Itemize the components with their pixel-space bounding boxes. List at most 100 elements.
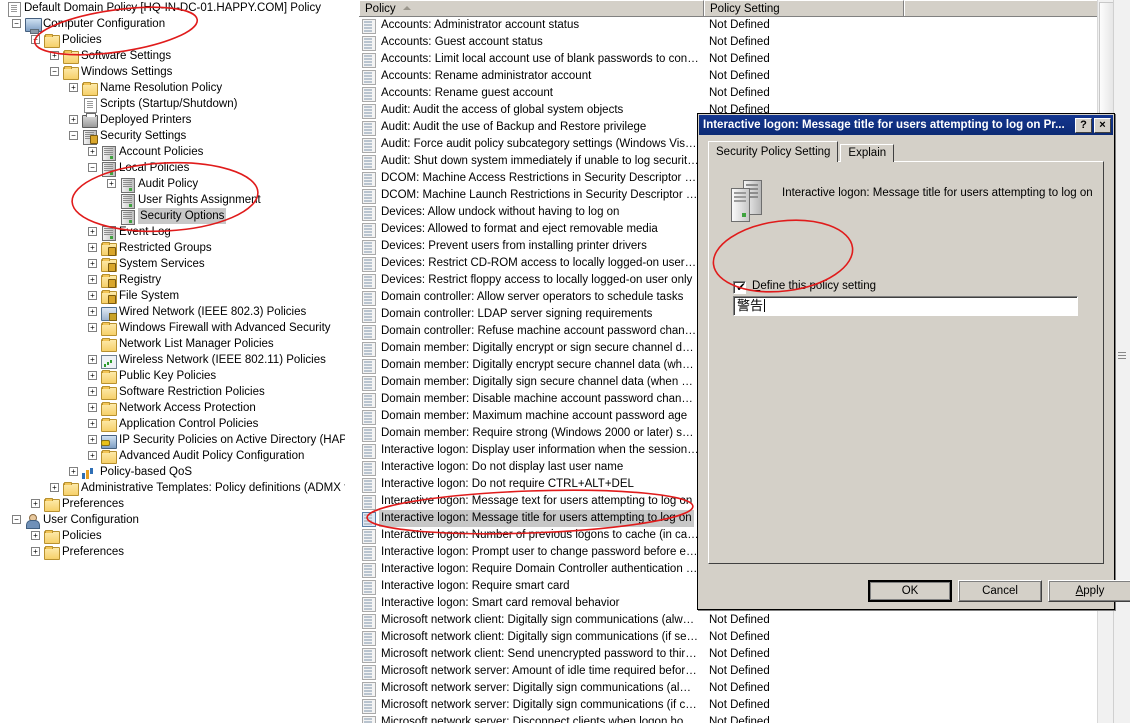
- expand-toggle-icon[interactable]: +: [69, 115, 78, 124]
- table-row[interactable]: Microsoft network server: Digitally sign…: [359, 680, 1114, 697]
- expand-toggle-icon[interactable]: +: [69, 83, 78, 92]
- tree-item-security-settings[interactable]: − Security Settings: [0, 128, 345, 145]
- policy-name-cell: Audit: Shut down system immediately if u…: [381, 155, 701, 167]
- tree-item-ip-security-policies-on-active-directory-happy[interactable]: + IP Security Policies on Active Director…: [0, 432, 345, 449]
- tab-explain[interactable]: Explain: [840, 144, 895, 162]
- tree-item-user-configuration[interactable]: − User Configuration: [0, 512, 345, 529]
- collapse-toggle-icon[interactable]: −: [12, 19, 21, 28]
- tree-item-computer-configuration[interactable]: − Computer Configuration: [0, 16, 345, 34]
- tree-item-software-restriction-policies[interactable]: + Software Restriction Policies: [0, 384, 345, 400]
- expand-toggle-icon[interactable]: +: [88, 275, 97, 284]
- tree-item-policy-based-qos[interactable]: + Policy-based QoS: [0, 464, 345, 480]
- tree-item-preferences[interactable]: + Preferences: [0, 544, 345, 560]
- expand-toggle-icon[interactable]: +: [88, 355, 97, 364]
- cancel-button[interactable]: Cancel: [958, 580, 1042, 602]
- ok-button[interactable]: OK: [868, 580, 952, 602]
- expand-toggle-icon[interactable]: +: [50, 51, 59, 60]
- tree-item-event-log[interactable]: + Event Log: [0, 224, 345, 241]
- collapse-toggle-icon[interactable]: −: [31, 35, 40, 44]
- expand-toggle-icon[interactable]: +: [88, 403, 97, 412]
- tree-item-user-rights-assignment[interactable]: User Rights Assignment: [0, 192, 345, 209]
- expand-toggle-icon[interactable]: +: [88, 227, 97, 236]
- expand-toggle-icon[interactable]: +: [50, 483, 59, 492]
- tree-item-application-control-policies[interactable]: + Application Control Policies: [0, 416, 345, 432]
- tree-list-splitter[interactable]: [345, 0, 360, 723]
- table-row[interactable]: Accounts: Rename administrator account No…: [359, 68, 1114, 85]
- tree-item-local-policies[interactable]: − Local Policies: [0, 160, 345, 177]
- table-row[interactable]: Accounts: Administrator account status No…: [359, 17, 1114, 34]
- policy-value-input[interactable]: 警告: [733, 296, 1078, 316]
- tree-item-audit-policy[interactable]: + Audit Policy: [0, 176, 345, 193]
- table-row[interactable]: Microsoft network client: Send unencrypt…: [359, 646, 1114, 663]
- dialog-title-bar[interactable]: Interactive logon: Message title for use…: [699, 115, 1113, 135]
- expand-toggle-icon[interactable]: +: [88, 147, 97, 156]
- table-row[interactable]: Accounts: Limit local account use of bla…: [359, 51, 1114, 68]
- tree-item-name-resolution-policy[interactable]: + Name Resolution Policy: [0, 80, 345, 96]
- collapse-toggle-icon[interactable]: −: [88, 163, 97, 172]
- expand-toggle-icon[interactable]: +: [88, 307, 97, 316]
- tree-item-account-policies[interactable]: + Account Policies: [0, 144, 345, 161]
- define-this-policy-setting-checkbox[interactable]: ✔: [733, 281, 746, 294]
- expand-toggle-icon[interactable]: +: [31, 531, 40, 540]
- tab-security-policy-setting[interactable]: Security Policy Setting: [708, 141, 839, 162]
- table-row[interactable]: Microsoft network server: Amount of idle…: [359, 663, 1114, 680]
- table-row[interactable]: Accounts: Rename guest account Not Define…: [359, 85, 1114, 102]
- expand-toggle-icon[interactable]: +: [107, 179, 116, 188]
- expand-toggle-icon[interactable]: +: [88, 387, 97, 396]
- tree-item-network-list-manager-policies[interactable]: Network List Manager Policies: [0, 336, 345, 352]
- tree-item-restricted-groups[interactable]: + Restricted Groups: [0, 240, 345, 256]
- tree-item-wireless-network-ieee-802-11-policies[interactable]: + Wireless Network (IEEE 802.11) Policies: [0, 352, 345, 369]
- tree-item-file-system[interactable]: + File System: [0, 288, 345, 304]
- tree-item-system-services[interactable]: + System Services: [0, 256, 345, 272]
- close-icon[interactable]: ×: [1094, 117, 1111, 133]
- column-header-policy[interactable]: Policy: [359, 0, 704, 16]
- expand-toggle-icon[interactable]: +: [31, 547, 40, 556]
- apply-button[interactable]: Apply: [1048, 580, 1130, 602]
- expand-toggle-icon[interactable]: +: [88, 323, 97, 332]
- list-column-header[interactable]: Policy Policy Setting: [359, 0, 1114, 17]
- expand-toggle-icon[interactable]: +: [88, 243, 97, 252]
- tree-item-default-domain-policy-hq-in-dc-01-happy-com-po[interactable]: Default Domain Policy [HQ-IN-DC-01.HAPPY…: [0, 0, 345, 17]
- expand-toggle-icon[interactable]: +: [88, 259, 97, 268]
- dialog-body: Interactive logon: Message title for use…: [699, 135, 1130, 608]
- table-row[interactable]: Accounts: Guest account status Not Define…: [359, 34, 1114, 51]
- sort-ascending-icon: [403, 6, 411, 10]
- expand-toggle-icon[interactable]: +: [88, 291, 97, 300]
- policy-name-cell: Domain controller: Refuse machine accoun…: [381, 325, 701, 337]
- tree-item-policies[interactable]: − Policies: [0, 32, 345, 48]
- expand-toggle-icon[interactable]: +: [31, 499, 40, 508]
- tree-item-software-settings[interactable]: + Software Settings: [0, 48, 345, 64]
- tree-item-scripts-startup-shutdown[interactable]: Scripts (Startup/Shutdown): [0, 96, 345, 113]
- tree-item-wired-network-ieee-802-3-policies[interactable]: + Wired Network (IEEE 802.3) Policies: [0, 304, 345, 321]
- expand-toggle-icon[interactable]: +: [69, 467, 78, 476]
- expand-toggle-icon[interactable]: +: [88, 419, 97, 428]
- group-policy-tree[interactable]: Default Domain Policy [HQ-IN-DC-01.HAPPY…: [0, 0, 345, 723]
- column-header-policy-setting[interactable]: Policy Setting: [704, 0, 904, 16]
- tree-item-deployed-printers[interactable]: + Deployed Printers: [0, 112, 345, 128]
- collapse-toggle-icon[interactable]: −: [12, 515, 21, 524]
- expand-toggle-icon[interactable]: +: [88, 451, 97, 460]
- tree-item-security-options[interactable]: Security Options: [0, 208, 345, 225]
- tree-item-preferences[interactable]: + Preferences: [0, 496, 345, 512]
- tree-item-network-access-protection[interactable]: + Network Access Protection: [0, 400, 345, 416]
- tree-item-public-key-policies[interactable]: + Public Key Policies: [0, 368, 345, 384]
- tree-item-advanced-audit-policy-configuration[interactable]: + Advanced Audit Policy Configuration: [0, 448, 345, 464]
- table-row[interactable]: Microsoft network server: Disconnect cli…: [359, 714, 1114, 723]
- tree-item-windows-settings[interactable]: − Windows Settings: [0, 64, 345, 80]
- tree-item-windows-firewall-with-advanced-security[interactable]: + Windows Firewall with Advanced Security: [0, 320, 345, 336]
- table-row[interactable]: Microsoft network client: Digitally sign…: [359, 629, 1114, 646]
- policy-properties-dialog[interactable]: Interactive logon: Message title for use…: [697, 113, 1130, 610]
- collapse-toggle-icon[interactable]: −: [69, 131, 78, 140]
- table-row[interactable]: Microsoft network client: Digitally sign…: [359, 612, 1114, 629]
- tree-item-registry[interactable]: + Registry: [0, 272, 345, 288]
- expand-toggle-icon[interactable]: +: [88, 435, 97, 444]
- collapse-toggle-icon[interactable]: −: [50, 67, 59, 76]
- tree-item-administrative-templates-policy-definitions-ad[interactable]: + Administrative Templates: Policy defini…: [0, 480, 345, 496]
- tree-item-policies[interactable]: + Policies: [0, 528, 345, 544]
- right-pane-splitter[interactable]: [1113, 0, 1130, 723]
- tree-item-label: Software Restriction Policies: [119, 386, 265, 398]
- table-row[interactable]: Microsoft network server: Digitally sign…: [359, 697, 1114, 714]
- expand-toggle-icon[interactable]: +: [88, 371, 97, 380]
- help-button[interactable]: ?: [1075, 117, 1092, 133]
- dialog-tabstrip[interactable]: Security Policy Setting Explain: [708, 141, 895, 162]
